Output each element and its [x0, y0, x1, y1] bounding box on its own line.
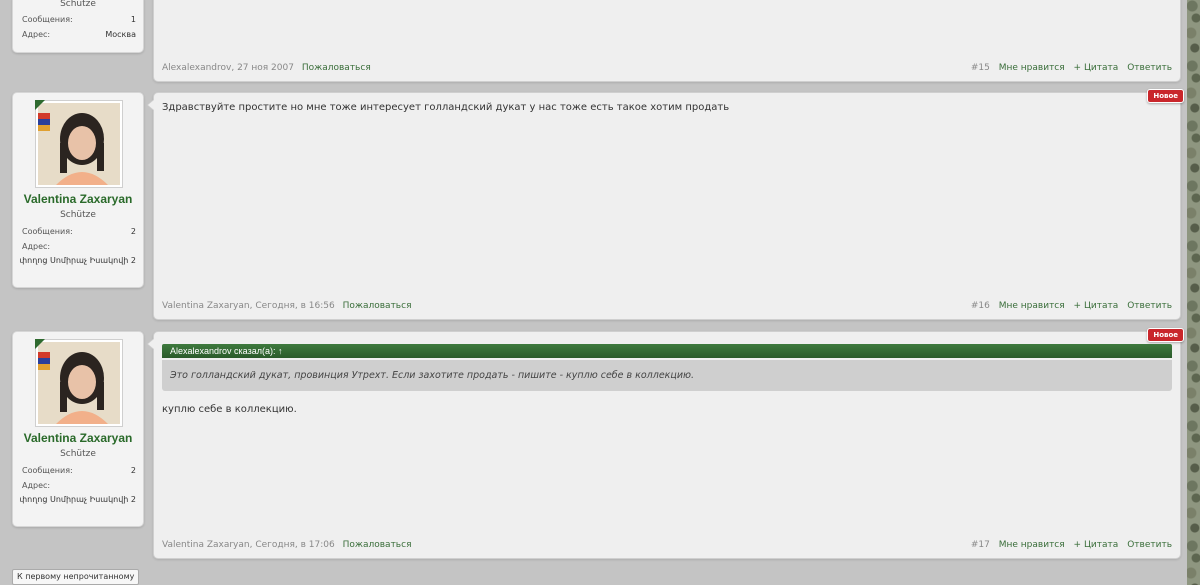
post-number-link[interactable]: #17	[971, 540, 990, 550]
report-link[interactable]: Пожаловаться	[343, 540, 412, 550]
user-address-value: փողոց Սոմիրաչ Իսակովի 2	[19, 256, 136, 265]
user-title: Schütze	[60, 210, 96, 220]
user-title: Schütze	[60, 0, 96, 9]
post-footer: Alexalexandrov, 27 ноя 2007 Пожаловаться…	[162, 61, 1172, 75]
user-address-label: Адрес:	[22, 481, 51, 490]
new-badge: Новое	[1147, 89, 1184, 103]
user-card: Valentina Zaxaryan Schütze Сообщения: 2 …	[12, 331, 144, 527]
report-link[interactable]: Пожаловаться	[343, 301, 412, 311]
post-message: Здравствуйте простите но мне тоже интере…	[162, 102, 730, 113]
quote-link[interactable]: + Цитата	[1074, 63, 1119, 73]
post-17: Новое Alexalexandrov сказал(а): ↑ Это го…	[147, 328, 1184, 559]
post-16: Новое Здравствуйте простите но мне тоже …	[147, 89, 1184, 320]
user-card-top: Schütze Сообщения: 1 Адрес: Москва	[12, 0, 144, 53]
user-messages: Сообщения: 1	[22, 15, 136, 24]
reply-link[interactable]: Ответить	[1127, 63, 1172, 73]
username-link[interactable]: Valentina Zaxaryan	[13, 192, 143, 206]
avatar-image	[38, 103, 120, 185]
post-pointer	[147, 338, 154, 350]
quote-body: Это голландский дукат, провинция Утрехт.…	[162, 360, 1172, 391]
report-link[interactable]: Пожаловаться	[302, 63, 371, 73]
quote-header[interactable]: Alexalexandrov сказал(а): ↑	[162, 344, 1172, 358]
like-link[interactable]: Мне нравится	[999, 301, 1065, 311]
post-number-link[interactable]: #16	[971, 301, 990, 311]
user-messages: Сообщения: 2	[22, 466, 136, 475]
user-address-label: Адрес:	[22, 242, 51, 251]
post-footer: Valentina Zaxaryan, Сегодня, в 16:56 Пож…	[162, 299, 1172, 313]
jump-to-first-unread-button[interactable]: К первому непрочитанному	[12, 569, 140, 585]
username-link[interactable]: Valentina Zaxaryan	[13, 431, 143, 445]
user-card: Valentina Zaxaryan Schütze Сообщения: 2 …	[12, 92, 144, 288]
post-author-date: Alexalexandrov, 27 ноя 2007	[162, 63, 294, 73]
camouflage-edge	[1187, 0, 1200, 585]
user-messages: Сообщения: 2	[22, 227, 136, 236]
post-15: Alexalexandrov, 27 ноя 2007 Пожаловаться…	[153, 0, 1181, 82]
post-message: куплю себе в коллекцию.	[162, 404, 297, 415]
like-link[interactable]: Мне нравится	[999, 63, 1065, 73]
reply-link[interactable]: Ответить	[1127, 540, 1172, 550]
quote-link[interactable]: + Цитата	[1074, 540, 1119, 550]
like-link[interactable]: Мне нравится	[999, 540, 1065, 550]
post-number-link[interactable]: #15	[971, 63, 990, 73]
post-author-date: Valentina Zaxaryan, Сегодня, в 16:56	[162, 301, 335, 311]
post-footer: Valentina Zaxaryan, Сегодня, в 17:06 Пож…	[162, 538, 1172, 552]
user-address-value: փողոց Սոմիրաչ Իսակովի 2	[19, 495, 136, 504]
user-title: Schütze	[60, 449, 96, 459]
avatar[interactable]	[35, 100, 123, 188]
post-author-date: Valentina Zaxaryan, Сегодня, в 17:06	[162, 540, 335, 550]
avatar-image	[38, 342, 120, 424]
user-address: Адрес: Москва	[22, 30, 136, 39]
avatar[interactable]	[35, 339, 123, 427]
post-pointer	[147, 99, 154, 111]
quote-link[interactable]: + Цитата	[1074, 301, 1119, 311]
reply-link[interactable]: Ответить	[1127, 301, 1172, 311]
new-badge: Новое	[1147, 328, 1184, 342]
